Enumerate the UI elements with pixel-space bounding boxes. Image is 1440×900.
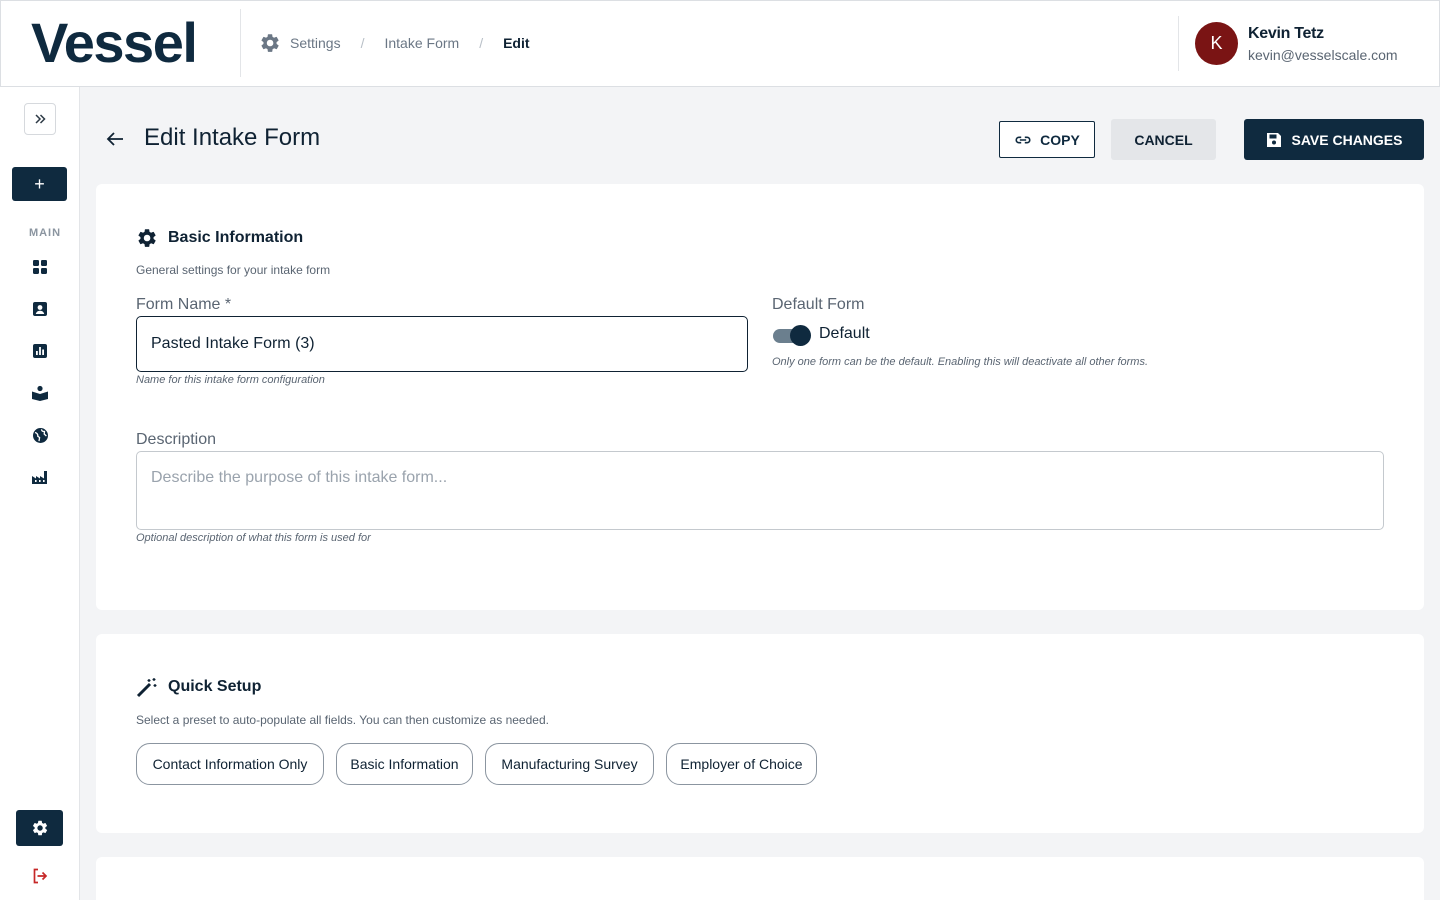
basic-information-card: Basic Information General settings for y… [96, 184, 1424, 610]
save-icon [1266, 132, 1281, 147]
gear-icon [32, 820, 47, 836]
default-toggle[interactable] [773, 325, 811, 346]
basic-information-title: Basic Information [168, 229, 304, 246]
breadcrumb-intake-form[interactable]: Intake Form [384, 35, 459, 51]
preset-chip-contact-information-only[interactable]: Contact Information Only [136, 743, 324, 785]
contacts-icon[interactable] [30, 299, 50, 319]
basic-information-heading: Basic Information [136, 227, 303, 249]
user-info: Kevin Tetz kevin@vesselscale.com [1248, 25, 1398, 63]
header-divider [1178, 16, 1179, 71]
default-toggle-label: Default [819, 325, 870, 342]
description-helper: Optional description of what this form i… [136, 532, 371, 544]
preset-chip-employer-of-choice[interactable]: Employer of Choice [666, 743, 817, 785]
settings-nav-button[interactable] [16, 810, 63, 846]
default-form-label: Default Form [772, 296, 865, 313]
breadcrumb-settings[interactable]: Settings [290, 35, 341, 51]
copy-label: COPY [1040, 131, 1080, 148]
double-chevron-right-icon [35, 114, 46, 124]
logout-icon[interactable] [30, 866, 50, 886]
form-name-label: Form Name * [136, 296, 232, 313]
factory-icon[interactable] [30, 467, 50, 487]
breadcrumb-edit: Edit [503, 35, 530, 51]
link-icon [1015, 135, 1031, 144]
gear-icon [261, 34, 279, 52]
preset-chip-manufacturing-survey[interactable]: Manufacturing Survey [485, 743, 654, 785]
copy-button[interactable]: COPY [999, 121, 1095, 158]
cancel-button[interactable]: CANCEL [1111, 119, 1216, 160]
breadcrumb-separator: / [360, 35, 365, 51]
preset-chip-basic-information[interactable]: Basic Information [336, 743, 473, 785]
add-button[interactable]: + [12, 167, 67, 201]
quick-setup-title: Quick Setup [168, 678, 262, 695]
default-form-helper: Only one form can be the default. Enabli… [772, 356, 1149, 368]
expand-sidebar-button[interactable] [24, 103, 56, 135]
page-title: Edit Intake Form [144, 124, 321, 151]
avatar[interactable]: K [1195, 22, 1238, 65]
header-divider [240, 9, 241, 77]
form-name-helper: Name for this intake form configuration [136, 374, 325, 386]
basic-information-subtitle: General settings for your intake form [136, 263, 331, 277]
description-textarea[interactable]: Describe the purpose of this intake form… [136, 451, 1384, 530]
user-menu[interactable]: K Kevin Tetz kevin@vesselscale.com [1195, 22, 1398, 65]
quick-setup-card: Quick Setup Select a preset to auto-popu… [96, 634, 1424, 833]
next-section-card [96, 857, 1424, 900]
user-email: kevin@vesselscale.com [1248, 46, 1398, 63]
quick-setup-heading: Quick Setup [136, 676, 261, 698]
magic-wand-icon [136, 678, 157, 698]
quick-setup-subtitle: Select a preset to auto-populate all fie… [136, 713, 549, 727]
analytics-icon[interactable] [30, 341, 50, 361]
toggle-knob [790, 325, 811, 346]
sidebar-section-main: MAIN [28, 227, 62, 239]
globe-icon[interactable] [30, 425, 50, 445]
user-name: Kevin Tetz [1248, 24, 1324, 42]
save-changes-label: SAVE CHANGES [1291, 131, 1403, 148]
learning-icon[interactable] [30, 383, 50, 403]
description-label: Description [136, 431, 217, 448]
form-name-input[interactable]: Pasted Intake Form (3) [136, 316, 748, 372]
top-header: Vessel Settings / Intake Form / Edit K K… [0, 0, 1440, 87]
breadcrumb: Settings / Intake Form / Edit [259, 31, 530, 55]
save-changes-button[interactable]: SAVE CHANGES [1244, 119, 1424, 160]
gear-icon [138, 229, 156, 247]
back-arrow-icon[interactable] [104, 128, 126, 150]
vessel-logo[interactable]: Vessel [31, 13, 198, 73]
dashboard-icon[interactable] [30, 257, 50, 277]
breadcrumb-separator: / [479, 35, 484, 51]
sidebar: + MAIN [0, 87, 80, 900]
